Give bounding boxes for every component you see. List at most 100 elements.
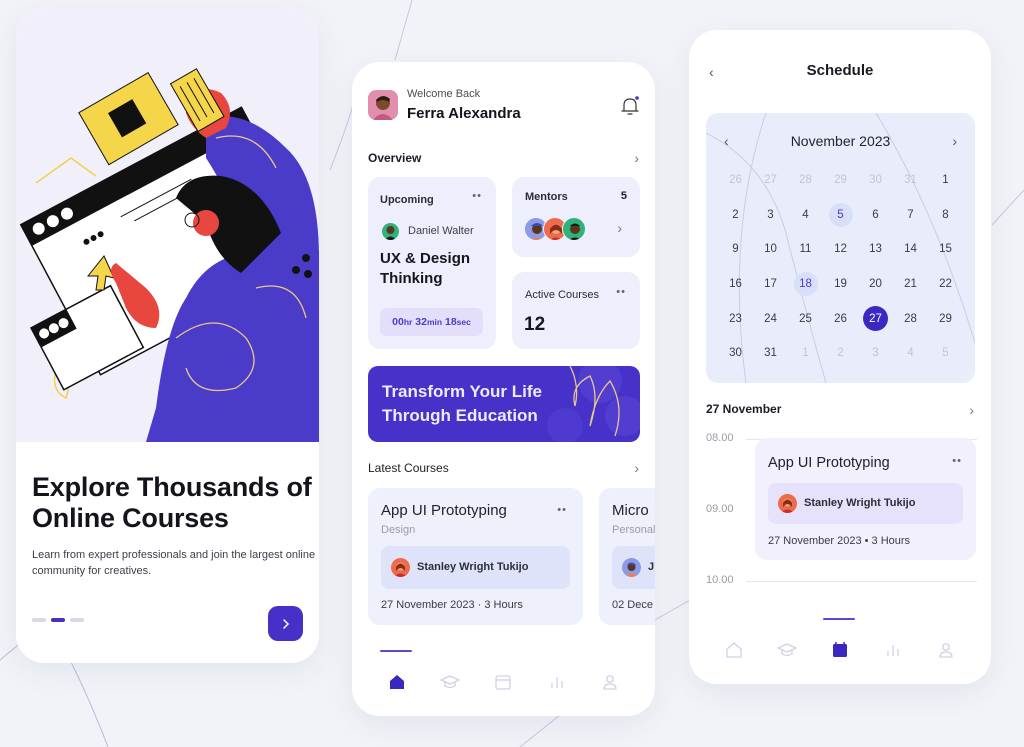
calendar-day-number: 13	[869, 243, 882, 256]
calendar-day[interactable]: 1	[928, 163, 963, 198]
active-courses-label: Active Courses	[525, 289, 599, 301]
calendar-day[interactable]: 13	[858, 232, 893, 267]
tab-stats[interactable]	[544, 669, 570, 695]
calendar-day-selected[interactable]: 27	[858, 301, 893, 336]
calendar-day[interactable]: 17	[753, 267, 788, 302]
next-month-chevron-icon[interactable]: ›	[952, 133, 957, 149]
mentors-chevron-right-icon[interactable]: ›	[617, 220, 622, 236]
calendar-day[interactable]: 3	[753, 198, 788, 233]
time-label: 10.00	[706, 574, 734, 586]
course-card[interactable]: Micro Personal J 02 Dece	[599, 488, 655, 625]
calendar-day[interactable]: 7	[893, 198, 928, 233]
calendar-day[interactable]: 30	[858, 163, 893, 198]
pagination-dot[interactable]	[32, 618, 46, 622]
calendar-day[interactable]: 16	[718, 267, 753, 302]
calendar-day-number: 17	[764, 278, 777, 291]
user-icon	[939, 643, 953, 658]
course-title: App UI Prototyping	[381, 502, 507, 519]
calendar-day[interactable]: 1	[788, 336, 823, 371]
calendar-day[interactable]: 9	[718, 232, 753, 267]
tab-courses[interactable]	[774, 637, 800, 663]
tab-home[interactable]	[384, 669, 410, 695]
notifications-button[interactable]	[620, 95, 640, 117]
calendar-day[interactable]: 29	[928, 301, 963, 336]
calendar-day[interactable]: 30	[718, 336, 753, 371]
calendar-day[interactable]: 23	[718, 301, 753, 336]
calendar-day[interactable]: 19	[823, 267, 858, 302]
calendar-icon	[832, 642, 847, 657]
upcoming-label: Upcoming	[380, 194, 434, 206]
tab-profile[interactable]	[597, 669, 623, 695]
user-avatar[interactable]	[368, 90, 398, 120]
day-chevron-right-icon[interactable]: ›	[969, 402, 974, 418]
calendar-day-number: 19	[834, 278, 847, 291]
event-teacher-chip: Stanley Wright Tukijo	[768, 483, 963, 524]
tab-home[interactable]	[721, 637, 747, 663]
calendar-day[interactable]: 14	[893, 232, 928, 267]
calendar-day[interactable]: 22	[928, 267, 963, 302]
pagination-dot[interactable]	[70, 618, 84, 622]
calendar-day[interactable]: 26	[718, 163, 753, 198]
person-at-browser-illustration	[19, 68, 319, 442]
next-button[interactable]	[268, 606, 303, 641]
calendar-day[interactable]: 2	[718, 198, 753, 233]
active-courses-card[interactable]: Active Courses •• 12	[512, 272, 640, 349]
calendar-day-number: 28	[799, 174, 812, 187]
calendar-day[interactable]: 27	[753, 163, 788, 198]
calendar-day[interactable]: 12	[823, 232, 858, 267]
calendar-day-number: 4	[802, 208, 809, 221]
calendar-day[interactable]: 26	[823, 301, 858, 336]
tab-profile[interactable]	[933, 637, 959, 663]
course-title: Micro	[612, 502, 649, 519]
schedule-event-card[interactable]: App UI Prototyping •• Stanley Wright Tuk…	[755, 438, 976, 560]
active-tab-indicator	[823, 618, 855, 620]
calendar-day[interactable]: 10	[753, 232, 788, 267]
calendar-day[interactable]: 29	[823, 163, 858, 198]
more-options-icon[interactable]: ••	[472, 190, 482, 202]
calendar-day[interactable]: 3	[858, 336, 893, 371]
overview-more-chevron-icon[interactable]: ›	[634, 150, 639, 166]
pagination-dots[interactable]	[32, 618, 84, 622]
latest-courses-chevron-icon[interactable]: ›	[634, 460, 639, 476]
calendar-day-marked[interactable]: 18	[788, 267, 823, 302]
mentors-count: 5	[620, 190, 627, 202]
tab-schedule[interactable]	[490, 669, 516, 695]
tab-courses[interactable]	[437, 669, 463, 695]
calendar-day[interactable]: 5	[928, 336, 963, 371]
calendar-day[interactable]: 28	[893, 301, 928, 336]
calendar-day[interactable]: 15	[928, 232, 963, 267]
more-options-icon[interactable]: ••	[557, 504, 567, 516]
schedule-screen: ‹ Schedule ‹ November 2023 › 26 27 28 29 30 3…	[689, 30, 991, 684]
calendar-month-label: November 2023	[790, 133, 891, 149]
calendar-day[interactable]: 28	[788, 163, 823, 198]
course-card[interactable]: App UI Prototyping •• Design Stanley Wri…	[368, 488, 583, 625]
calendar-day-number: 31	[764, 347, 777, 360]
calendar-day[interactable]: 20	[858, 267, 893, 302]
calendar-day[interactable]: 4	[788, 198, 823, 233]
calendar-day[interactable]: 31	[753, 336, 788, 371]
calendar-day[interactable]: 11	[788, 232, 823, 267]
promo-banner[interactable]: Transform Your Life Through Education	[368, 366, 640, 442]
calendar-day[interactable]: 6	[858, 198, 893, 233]
more-options-icon[interactable]: ••	[616, 286, 626, 298]
latest-courses-title: Latest Courses	[368, 461, 449, 475]
calendar-day-number: 21	[904, 278, 917, 291]
calendar-day[interactable]: 2	[823, 336, 858, 371]
calendar-day-number: 4	[907, 347, 914, 360]
tab-stats[interactable]	[880, 637, 906, 663]
calendar-day[interactable]: 25	[788, 301, 823, 336]
upcoming-card[interactable]: Upcoming •• Daniel Walter UX & Design Th…	[368, 177, 496, 349]
calendar-day[interactable]: 31	[893, 163, 928, 198]
pagination-dot-active[interactable]	[51, 618, 65, 622]
tab-schedule[interactable]	[827, 637, 853, 663]
onboarding-description: Learn from expert professionals and join…	[32, 549, 316, 577]
calendar-day[interactable]: 4	[893, 336, 928, 371]
calendar-day[interactable]: 8	[928, 198, 963, 233]
calendar-day[interactable]: 21	[893, 267, 928, 302]
calendar-day-marked[interactable]: 5	[823, 198, 858, 233]
mentors-card[interactable]: Mentors 5 ›	[512, 177, 640, 257]
more-options-icon[interactable]: ••	[952, 455, 962, 467]
time-label: 09.00	[706, 503, 734, 515]
calendar-day-number: 30	[729, 347, 742, 360]
calendar-day[interactable]: 24	[753, 301, 788, 336]
